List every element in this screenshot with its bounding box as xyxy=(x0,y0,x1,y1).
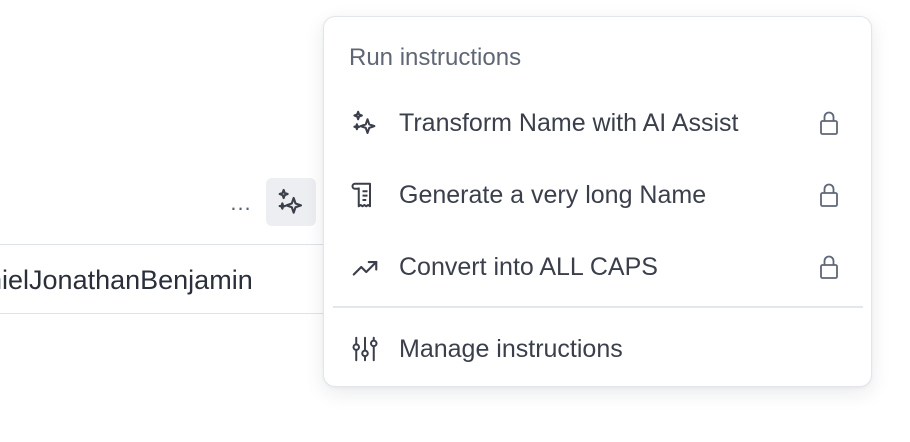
ai-assist-button[interactable] xyxy=(266,178,316,226)
trending-up-icon xyxy=(350,252,380,282)
menu-item-label: Convert into ALL CAPS xyxy=(399,252,658,281)
menu-item-convert-all-caps[interactable]: Convert into ALL CAPS xyxy=(332,237,863,297)
lock-icon xyxy=(818,109,840,137)
lock-icon xyxy=(818,181,840,209)
menu-item-label: Transform Name with AI Assist xyxy=(399,108,739,137)
lock-icon xyxy=(818,253,840,281)
sparkles-icon xyxy=(350,108,380,138)
name-field-value: anielJonathanBenjamin xyxy=(0,265,253,295)
manage-instructions-label: Manage instructions xyxy=(399,334,623,363)
manage-instructions-item[interactable]: Manage instructions xyxy=(332,319,863,379)
menu-item-generate-long-name[interactable]: Generate a very long Name xyxy=(332,165,863,225)
app-canvas: ... anielJonathanBenjamin Run instructio… xyxy=(0,0,910,442)
menu-title: Run instructions xyxy=(349,44,522,71)
more-options-button[interactable]: ... xyxy=(222,186,260,220)
run-instructions-menu: Run instructions Transform Name with AI … xyxy=(323,16,872,387)
scroll-icon xyxy=(350,180,380,210)
name-field[interactable]: anielJonathanBenjamin xyxy=(0,244,340,314)
sliders-icon xyxy=(350,334,380,364)
menu-divider xyxy=(333,306,863,308)
more-options-label: ... xyxy=(230,190,252,215)
sparkles-icon xyxy=(275,186,307,218)
menu-item-transform-ai[interactable]: Transform Name with AI Assist xyxy=(332,93,863,153)
menu-item-label: Generate a very long Name xyxy=(399,180,707,209)
